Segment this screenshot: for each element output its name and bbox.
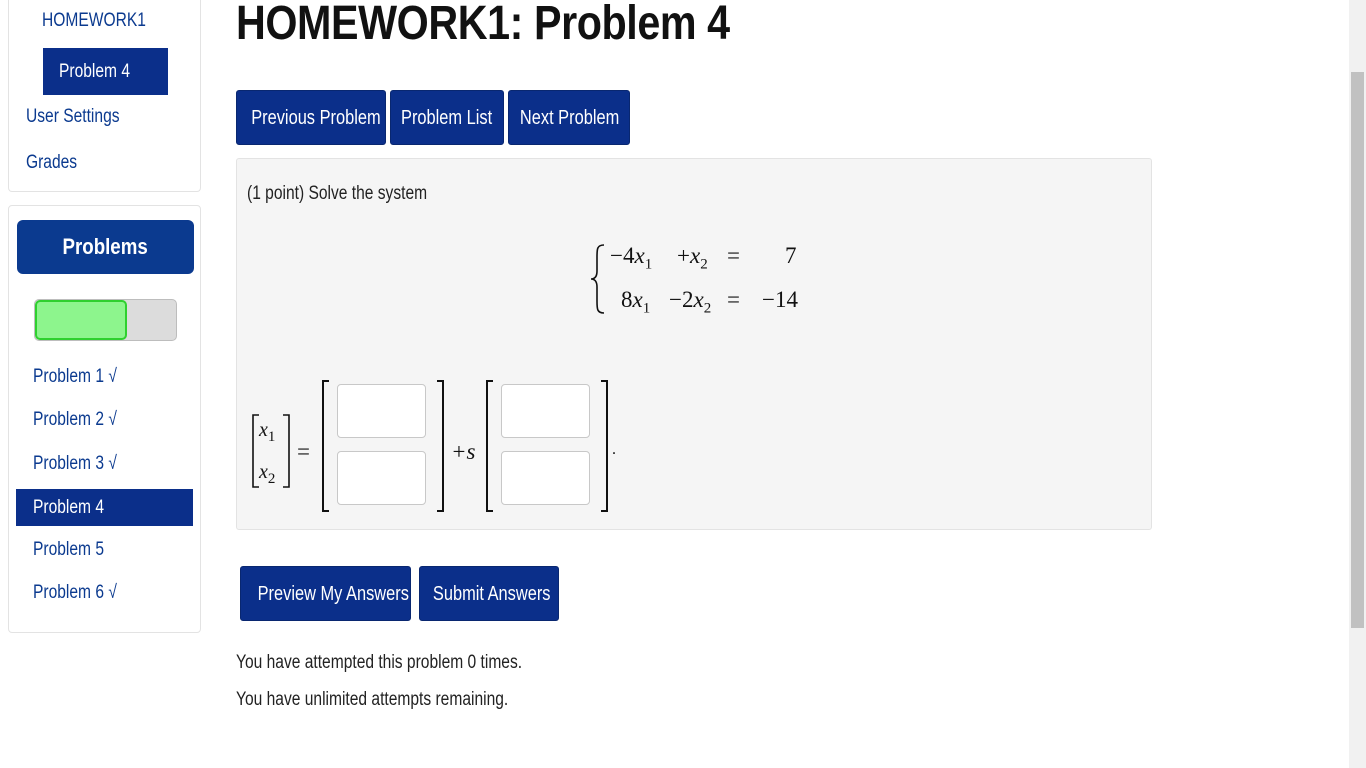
progress-bar [34,299,177,341]
system-row1-equals: = [727,243,740,268]
remaining-attempts-status: You have unlimited attempts remaining. [236,689,509,710]
course-nav-panel: HOMEWORK1 Problem 4 User Settings Grades [8,0,201,192]
nav-homework-link[interactable]: HOMEWORK1 [42,10,146,32]
system-row1-rhs: 7 [785,243,797,268]
problem-link-1[interactable]: Problem 1 √ [33,366,117,388]
progress-bar-fill [35,300,127,340]
nav-grades[interactable]: Grades [26,152,77,174]
scrollbar[interactable] [1349,0,1366,768]
nav-current-problem[interactable]: Problem 4 [43,48,168,95]
submit-answers-button[interactable]: Submit Answers [419,566,559,621]
problem-link-3[interactable]: Problem 3 √ [33,453,117,475]
scrollbar-thumb[interactable] [1351,72,1364,628]
problem-link-2[interactable]: Problem 2 √ [33,409,117,431]
problem-link-5[interactable]: Problem 5 [33,539,104,561]
answer-period: . [612,441,616,458]
system-brace [590,244,605,314]
answer-direction-1[interactable] [501,384,590,438]
next-problem-button[interactable]: Next Problem [508,90,630,145]
problem-statement: (1 point) Solve the system [247,183,428,204]
lhs-x2: x2 [259,461,276,487]
answer-particular-2[interactable] [337,451,426,505]
answer-plus-s: +s [451,439,476,464]
answer-particular-1[interactable] [337,384,426,438]
problem-link-6[interactable]: Problem 6 √ [33,582,117,604]
system-row2-term1: 8x1 [621,287,651,317]
previous-problem-button[interactable]: Previous Problem [236,90,386,145]
answer-direction-2[interactable] [501,451,590,505]
lhs-x1: x1 [259,419,276,445]
problems-header: Problems [17,220,194,274]
attempts-status: You have attempted this problem 0 times. [236,652,523,673]
problems-panel: Problems Problem 1 √ Problem 2 √ Problem… [8,205,201,633]
page-title: HOMEWORK1: Problem 4 [236,0,730,50]
problem-body: (1 point) Solve the system −4x1 +x2 = 7 … [236,158,1152,530]
problem-link-4[interactable]: Problem 4 [16,489,193,526]
system-row2-term2: −2x2 [669,287,712,317]
problem-list-button[interactable]: Problem List [390,90,504,145]
preview-answers-button[interactable]: Preview My Answers [240,566,411,621]
nav-user-settings[interactable]: User Settings [26,106,120,128]
system-row1-term2: +x2 [677,243,708,273]
system-row2-rhs: −14 [762,287,798,312]
system-row2-equals: = [727,287,740,312]
answer-equals: = [297,439,310,464]
system-row1-term1: −4x1 [610,243,653,273]
